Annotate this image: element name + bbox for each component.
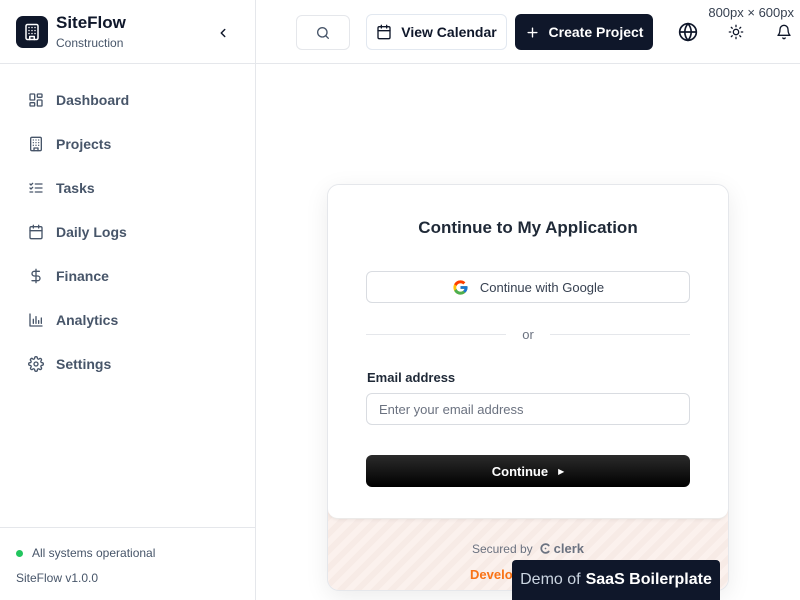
secured-by: Secured by clerk bbox=[328, 541, 728, 556]
sidebar-item-settings[interactable]: Settings bbox=[0, 342, 255, 386]
create-project-label: Create Project bbox=[548, 24, 644, 40]
top-header: View Calendar Create Project 800px × 600… bbox=[256, 0, 800, 64]
notifications-button[interactable] bbox=[774, 22, 794, 42]
plus-icon bbox=[525, 25, 540, 40]
dashboard-icon bbox=[28, 92, 44, 108]
sidebar-item-label: Daily Logs bbox=[56, 224, 127, 240]
sidebar-item-label: Settings bbox=[56, 356, 112, 372]
brand-subtitle: Construction bbox=[56, 36, 124, 50]
caret-right-icon: ▶ bbox=[558, 466, 565, 476]
theme-toggle-button[interactable] bbox=[726, 22, 746, 42]
or-text: or bbox=[522, 327, 534, 342]
calendar-icon bbox=[28, 224, 44, 240]
or-divider: or bbox=[366, 327, 690, 342]
demo-badge[interactable]: Demo of SaaS Boilerplate bbox=[512, 560, 720, 600]
dollar-icon bbox=[28, 268, 44, 284]
email-label: Email address bbox=[367, 370, 456, 385]
bell-icon bbox=[777, 24, 791, 40]
calendar-icon bbox=[376, 24, 392, 40]
view-calendar-button[interactable]: View Calendar bbox=[366, 14, 507, 50]
sidebar-item-finance[interactable]: Finance bbox=[0, 254, 255, 298]
google-sign-in-button[interactable]: Continue with Google bbox=[366, 271, 690, 303]
sign-in-form: Continue to My Application Continue with… bbox=[328, 185, 728, 519]
sign-in-card: Continue to My Application Continue with… bbox=[327, 184, 729, 591]
search-icon bbox=[317, 26, 329, 39]
sidebar: SiteFlow Construction Dashboard Projects… bbox=[0, 0, 256, 600]
sidebar-item-label: Analytics bbox=[56, 312, 119, 328]
sign-in-title: Continue to My Application bbox=[418, 218, 638, 237]
sidebar-item-label: Dashboard bbox=[56, 92, 130, 108]
secured-by-text: Secured by bbox=[471, 541, 533, 556]
app-version: SiteFlow v1.0.0 bbox=[16, 571, 99, 585]
sidebar-nav: Dashboard Projects Tasks Daily Logs Fina… bbox=[0, 64, 255, 386]
continue-label: Continue bbox=[491, 463, 549, 479]
continue-button[interactable]: Continue ▶ bbox=[366, 455, 690, 487]
brand-header: SiteFlow Construction bbox=[0, 0, 255, 64]
email-field[interactable] bbox=[366, 393, 690, 425]
divider-line bbox=[366, 334, 507, 335]
demo-product-name: SaaS Boilerplate bbox=[585, 571, 712, 588]
sidebar-item-daily-logs[interactable]: Daily Logs bbox=[0, 210, 255, 254]
globe-icon bbox=[678, 22, 698, 42]
gear-icon bbox=[28, 356, 44, 372]
google-icon bbox=[452, 279, 469, 296]
sidebar-item-tasks[interactable]: Tasks bbox=[0, 166, 255, 210]
brand-name: SiteFlow bbox=[56, 13, 126, 32]
google-button-label: Continue with Google bbox=[479, 279, 605, 295]
building-logo-icon bbox=[16, 15, 48, 48]
sidebar-item-label: Projects bbox=[56, 136, 112, 152]
collapse-sidebar-button[interactable] bbox=[214, 24, 232, 42]
sun-icon bbox=[728, 24, 744, 40]
sidebar-item-dashboard[interactable]: Dashboard bbox=[0, 78, 255, 122]
demo-prefix: Demo of bbox=[520, 571, 581, 588]
sidebar-item-projects[interactable]: Projects bbox=[0, 122, 255, 166]
sidebar-item-analytics[interactable]: Analytics bbox=[0, 298, 255, 342]
status-dot-icon bbox=[16, 549, 23, 557]
clerk-icon bbox=[539, 542, 552, 555]
sidebar-item-label: Tasks bbox=[56, 180, 95, 196]
system-status: All systems operational bbox=[16, 546, 239, 560]
bar-chart-icon bbox=[28, 312, 44, 328]
language-button[interactable] bbox=[678, 22, 698, 42]
clerk-logo[interactable]: clerk bbox=[539, 541, 584, 556]
clerk-wordmark: clerk bbox=[553, 541, 585, 556]
sidebar-footer: All systems operational SiteFlow v1.0.0 bbox=[0, 527, 255, 600]
view-calendar-label: View Calendar bbox=[401, 24, 497, 40]
chevron-left-icon bbox=[220, 28, 226, 38]
search-button[interactable] bbox=[296, 15, 350, 50]
create-project-button[interactable]: Create Project bbox=[515, 14, 653, 50]
sidebar-item-label: Finance bbox=[56, 268, 109, 284]
divider-line bbox=[549, 334, 690, 335]
status-text: All systems operational bbox=[32, 546, 156, 560]
checklist-icon bbox=[28, 180, 44, 196]
dimensions-label: 800px × 600px bbox=[706, 4, 796, 21]
building-icon bbox=[28, 136, 44, 152]
